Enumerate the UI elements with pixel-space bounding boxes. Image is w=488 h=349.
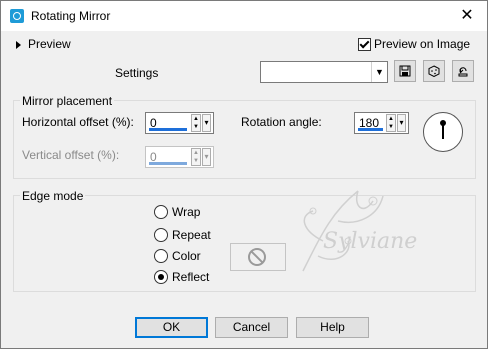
signature-watermark: Sylviane bbox=[263, 171, 463, 281]
reset-icon bbox=[458, 67, 468, 77]
preview-on-image-label: Preview on Image bbox=[374, 37, 471, 51]
rotation-angle-bar bbox=[358, 128, 383, 131]
repeat-label: Repeat bbox=[172, 228, 211, 242]
edge-mode-title: Edge mode bbox=[20, 189, 86, 203]
slider-popup-icon[interactable]: ▾ bbox=[397, 114, 406, 132]
wrap-radio[interactable] bbox=[154, 205, 168, 219]
watermark-text: Sylviane bbox=[323, 229, 418, 254]
settings-combo[interactable]: ▼ bbox=[260, 61, 388, 83]
wrap-label: Wrap bbox=[172, 205, 201, 219]
vertical-offset-spinner[interactable]: 0 ▲ ▼ ▾ bbox=[145, 146, 214, 168]
vertical-offset-label: Vertical offset (%): bbox=[22, 148, 120, 162]
preview-toggle[interactable]: Preview bbox=[16, 37, 71, 51]
reflect-radio[interactable] bbox=[154, 270, 168, 284]
repeat-radio[interactable] bbox=[154, 228, 168, 242]
chevron-down-icon[interactable]: ▼ bbox=[371, 62, 387, 82]
preview-on-image-checkbox[interactable] bbox=[358, 38, 371, 51]
close-button[interactable]: ✕ bbox=[447, 1, 487, 31]
color-radio[interactable] bbox=[154, 249, 168, 263]
save-preset-icon bbox=[399, 65, 411, 77]
mirror-placement-title: Mirror placement bbox=[20, 94, 115, 108]
spin-updown-icon[interactable]: ▲ ▼ bbox=[386, 114, 396, 132]
rotation-angle-label: Rotation angle: bbox=[241, 115, 322, 129]
window-title: Rotating Mirror bbox=[31, 9, 111, 23]
help-button[interactable]: Help bbox=[296, 317, 369, 338]
cancel-button[interactable]: Cancel bbox=[215, 317, 288, 338]
ok-button[interactable]: OK bbox=[135, 317, 208, 338]
title-bar: Rotating Mirror ✕ bbox=[1, 1, 487, 31]
spin-updown-icon[interactable]: ▲ ▼ bbox=[191, 148, 201, 166]
randomize-button[interactable] bbox=[423, 60, 445, 82]
slider-popup-icon[interactable]: ▾ bbox=[202, 114, 211, 132]
reset-button[interactable] bbox=[452, 60, 474, 82]
preview-toggle-label: Preview bbox=[28, 37, 71, 51]
vertical-offset-bar bbox=[149, 162, 187, 165]
expand-triangle-icon bbox=[16, 40, 21, 49]
save-preset-button[interactable] bbox=[394, 60, 416, 82]
settings-label: Settings bbox=[115, 66, 159, 80]
spin-updown-icon[interactable]: ▲ ▼ bbox=[191, 114, 201, 132]
color-label: Color bbox=[172, 249, 201, 263]
floral-ornament-icon bbox=[302, 190, 384, 272]
rotation-angle-spinner[interactable]: 180 ▲ ▼ ▾ bbox=[354, 112, 409, 134]
slider-popup-icon[interactable]: ▾ bbox=[202, 148, 211, 166]
horizontal-offset-spinner[interactable]: 0 ▲ ▼ ▾ bbox=[145, 112, 214, 134]
horizontal-offset-label: Horizontal offset (%): bbox=[22, 115, 134, 129]
dial-knob bbox=[440, 120, 446, 126]
randomize-icon bbox=[428, 65, 440, 77]
horizontal-offset-bar bbox=[149, 128, 187, 131]
app-icon bbox=[10, 9, 24, 23]
dialog-window: Rotating Mirror ✕ Preview Preview on Ima… bbox=[0, 0, 488, 349]
reflect-label: Reflect bbox=[172, 270, 210, 284]
rotation-dial[interactable] bbox=[423, 112, 463, 152]
